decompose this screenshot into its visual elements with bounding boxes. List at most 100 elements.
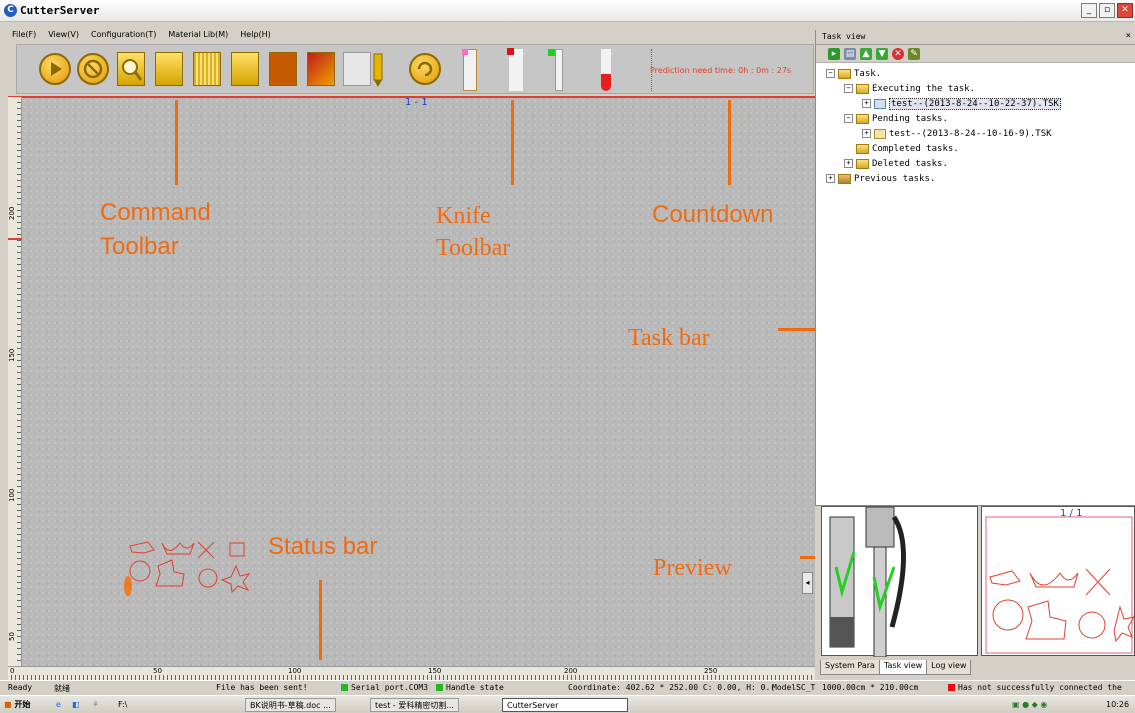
annotation-preview: Preview (653, 555, 732, 581)
stop-icon[interactable] (77, 53, 109, 85)
annotation-countdown: Countdown (652, 201, 774, 228)
fill-icon[interactable] (231, 52, 259, 86)
preview-page-indicator: 1 / 1 (1060, 508, 1083, 519)
panel-tabs: System Para Task view Log view (815, 660, 1135, 678)
expand-icon[interactable]: + (844, 159, 853, 168)
menu-file[interactable]: File(F) (12, 30, 36, 44)
connection-status-icon (948, 684, 955, 691)
folder-icon (856, 83, 869, 94)
task-print-icon[interactable]: ▤ (844, 48, 856, 60)
sheet-preview (981, 506, 1135, 656)
knife-tool-4[interactable] (601, 49, 611, 91)
task-drive-f[interactable]: F:\ (118, 698, 127, 712)
knife-tool-3[interactable] (548, 49, 563, 91)
desktop-icon[interactable]: ◧ (72, 698, 80, 712)
folder-icon (838, 68, 851, 79)
handle-status-icon (436, 684, 443, 691)
rotate-icon[interactable] (269, 52, 297, 86)
tree-node-executing[interactable]: − Executing the task. (826, 81, 1135, 96)
task-edit-icon[interactable]: ✎ (908, 48, 920, 60)
preview-panel (815, 505, 1135, 658)
knife-indicator-pink (462, 49, 468, 55)
menu-view[interactable]: View(V) (48, 30, 79, 44)
tree-node-pending-item[interactable]: + test--(2013-8-24--10-16-9).TSK (826, 126, 1135, 141)
tree-node-executing-item[interactable]: + test--(2013-8-24--10-22-37).TSK (826, 96, 1135, 111)
task-view-header: Task view × (816, 30, 1135, 45)
status-bar: Ready 就绪 File has been sent! Serial port… (0, 680, 1135, 695)
close-button[interactable]: ✕ (1117, 3, 1133, 18)
status-model: ModelSC_T (772, 683, 816, 692)
material-icon[interactable] (155, 52, 183, 86)
window-controls: _ ▫ ✕ (1081, 3, 1133, 18)
serial-status-icon (341, 684, 348, 691)
collapse-icon[interactable]: − (844, 114, 853, 123)
collapse-panel-button[interactable]: ◂ (802, 572, 813, 594)
minimize-button[interactable]: _ (1081, 3, 1097, 18)
window-title: CutterServer (20, 4, 100, 17)
task-start-icon[interactable]: ▸ (828, 48, 840, 60)
start-label: 开始 (14, 700, 31, 709)
tab-task-view[interactable]: Task view (878, 660, 928, 675)
knife-tool-2[interactable] (507, 48, 523, 91)
task-down-icon[interactable]: ▼ (876, 48, 888, 60)
annotation-line-countdown (728, 100, 731, 185)
tree-node-deleted[interactable]: + Deleted tasks. (826, 156, 1135, 171)
status-serial-label: Serial port.COM3 (351, 683, 429, 692)
folder-icon (856, 143, 869, 154)
task-cutterserver[interactable]: CutterServer (502, 698, 628, 712)
countdown-text: Prediction need time: 0h : 0m : 27s (650, 66, 792, 75)
task-view-close-icon[interactable]: × (1126, 31, 1131, 41)
knife-tool-1[interactable] (462, 49, 477, 91)
task-document[interactable]: BK说明书-草稿.doc ... (245, 698, 336, 712)
collapse-icon[interactable]: − (826, 69, 835, 78)
ruler-left-mark: 50 (8, 632, 16, 641)
task-test[interactable]: test - 爱科精密切割... (370, 698, 459, 712)
tab-log-view[interactable]: Log view (926, 660, 972, 675)
menu-material-lib[interactable]: Material Lib(M) (168, 30, 228, 44)
quicklaunch-icon[interactable]: ⚘ (92, 698, 99, 712)
ruler-bottom: 0 50 100 150 200 250 (8, 666, 815, 680)
ie-icon[interactable]: e (56, 698, 61, 712)
collapse-icon[interactable]: − (844, 84, 853, 93)
start-button[interactable]: ■ 开始 (4, 698, 30, 712)
task-file-icon (874, 98, 886, 109)
grid-icon[interactable] (307, 52, 335, 86)
status-size: 1000.00cm * 210.00cm (822, 683, 919, 692)
tree-node-previous[interactable]: + Previous tasks. (826, 171, 1135, 186)
restart-icon[interactable] (409, 53, 441, 85)
annotation-task-bar: Task bar (628, 325, 710, 351)
task-up-icon[interactable]: ▲ (860, 48, 872, 60)
knife-head-image (829, 506, 907, 658)
shape-fill-mark (124, 576, 132, 596)
pattern-icon[interactable] (193, 52, 221, 86)
menu-bar: File(F) View(V) Configuration(T) Materia… (0, 30, 815, 44)
status-ready: Ready (8, 683, 33, 692)
maximize-button[interactable]: ▫ (1099, 3, 1115, 18)
clock: 10:26 (1106, 700, 1130, 709)
ruler-left-mark: 100 (8, 488, 16, 502)
task-file-icon (874, 128, 886, 139)
person-icon[interactable] (343, 52, 371, 86)
tree-node-completed[interactable]: Completed tasks. (826, 141, 1135, 156)
ruler-left-mark: 150 (8, 348, 16, 362)
menu-help[interactable]: Help(H) (240, 30, 271, 44)
tray-icons[interactable]: ▣ ● ◆ ◉ (1012, 698, 1047, 712)
menu-configuration[interactable]: Configuration(T) (91, 30, 156, 44)
expand-icon[interactable]: + (862, 129, 871, 138)
annotation-command-toolbar: Command Toolbar (100, 199, 211, 260)
folder-icon (856, 158, 869, 169)
tree-label: Pending tasks. (872, 113, 948, 124)
task-delete-icon[interactable]: ✕ (892, 48, 904, 60)
play-icon[interactable] (39, 53, 71, 85)
zoom-icon[interactable] (117, 52, 145, 86)
shape-poly (155, 559, 185, 587)
ruler-left: 200 150 100 50 (8, 97, 22, 666)
expand-icon[interactable]: + (826, 174, 835, 183)
expand-icon[interactable]: + (862, 99, 871, 108)
tree-node-pending[interactable]: − Pending tasks. (826, 111, 1135, 126)
tree-label: test--(2013-8-24--10-16-9).TSK (889, 128, 1052, 139)
tab-system-para[interactable]: System Para (820, 660, 880, 675)
tree-node-task[interactable]: − Task. (826, 66, 1135, 81)
knife-icon[interactable] (369, 52, 387, 87)
shape-star (220, 564, 251, 594)
